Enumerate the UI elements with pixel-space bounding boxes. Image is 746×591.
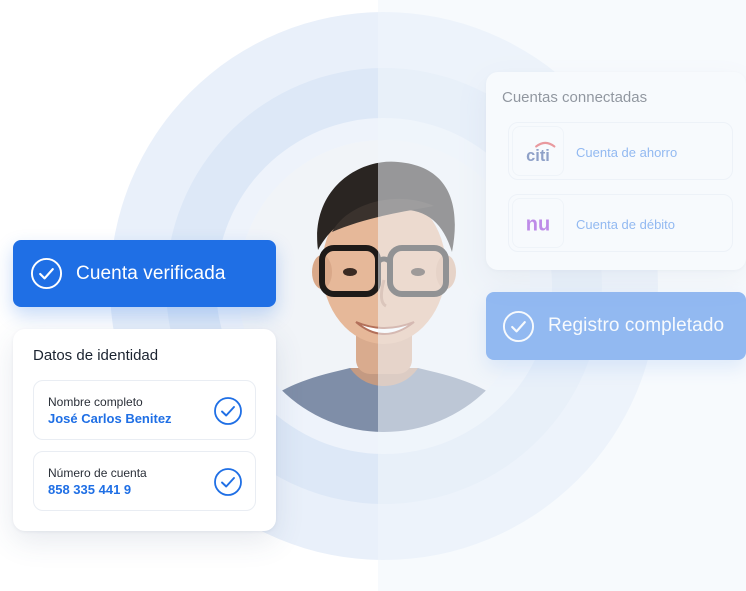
connected-accounts-card: Cuentas connectadas citi Cuenta de ahorr… [486,72,746,270]
check-circle-icon [214,397,242,425]
account-item-nu-label: Cuenta de débito [576,217,676,232]
check-circle-icon [30,257,63,290]
verified-account-badge: Cuenta verificada [13,240,276,307]
check-circle-icon [214,468,242,496]
account-number-label: Número de cuenta [48,466,147,480]
citi-logo: citi [512,126,564,176]
citi-logo-text: citi [526,147,550,165]
nu-logo: nu [512,198,564,248]
registration-complete-badge: Registro completado [486,292,746,360]
account-number-value: 858 335 441 9 [48,482,132,497]
verified-account-label: Cuenta verificada [76,262,226,284]
check-circle-icon [502,310,535,342]
identity-card-title: Datos de identidad [33,347,159,364]
full-name-label: Nombre completo [48,395,143,409]
connected-accounts-title: Cuentas connectadas [502,89,648,106]
hero-illustration: Cuenta verificada Registro completado Da… [0,0,746,591]
account-item-nu[interactable]: nu Cuenta de débito [508,194,733,252]
nu-logo-text: nu [526,213,550,235]
identity-card: Datos de identidad Nombre completo José … [13,329,276,531]
full-name-value: José Carlos Benitez [48,411,172,426]
account-item-citi[interactable]: citi Cuenta de ahorro [508,122,733,180]
registration-complete-label: Registro completado [548,315,725,336]
account-item-citi-label: Cuenta de ahorro [576,145,678,160]
full-name-field: Nombre completo José Carlos Benitez [33,380,256,440]
account-number-field: Número de cuenta 858 335 441 9 [33,451,256,511]
